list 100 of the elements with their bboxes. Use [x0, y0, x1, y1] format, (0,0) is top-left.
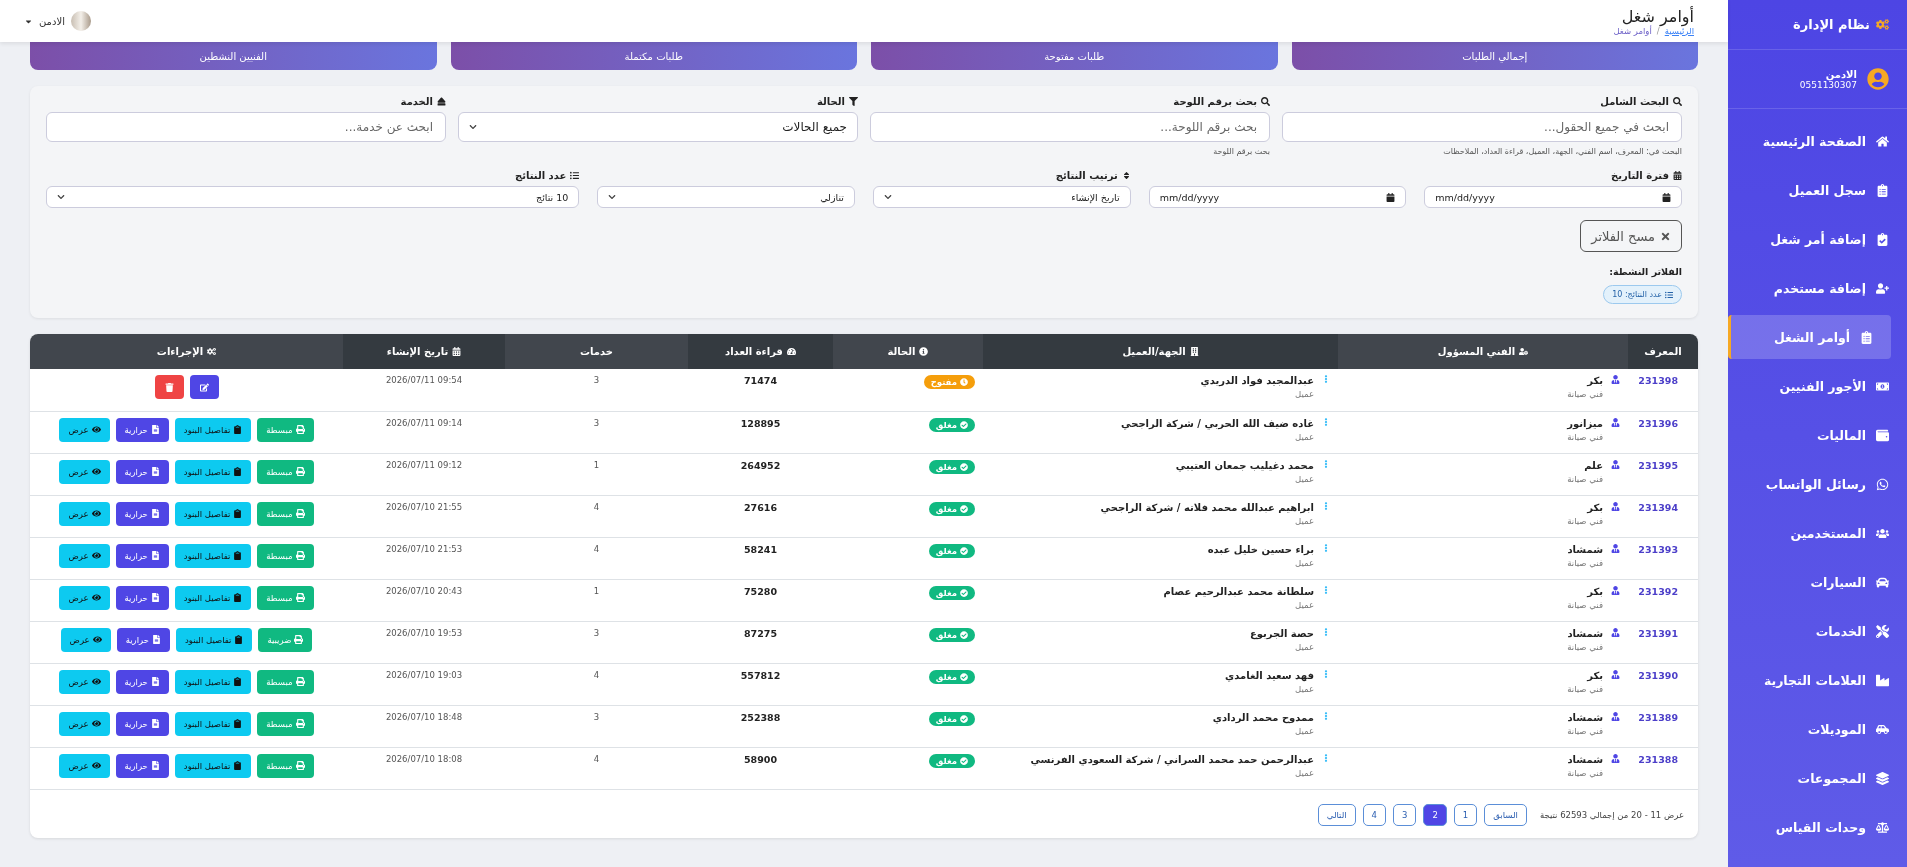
items-button[interactable]: تفاصيل البنود: [174, 543, 252, 568]
order-id-link[interactable]: 231395: [1638, 459, 1690, 471]
items-button[interactable]: تفاصيل البنود: [174, 459, 252, 484]
services-count: 4: [593, 501, 600, 512]
order-id-link[interactable]: 231391: [1638, 627, 1690, 639]
thermal-button[interactable]: حرارية: [115, 585, 169, 610]
thermal-button[interactable]: حرارية: [115, 501, 169, 526]
view-button[interactable]: عرض: [59, 753, 110, 778]
sidebar-item[interactable]: العلامات التجارية: [1728, 658, 1907, 702]
text-field[interactable]: ابحث عن خدمة...: [46, 112, 446, 142]
select-field[interactable]: 10 نتائج: [46, 186, 580, 208]
order-id-link[interactable]: 231389: [1638, 711, 1690, 723]
eye-icon: [91, 761, 101, 770]
page-button[interactable]: 3: [1393, 803, 1417, 826]
sidebar-item[interactable]: وحدات القياس: [1728, 805, 1907, 849]
sidebar-item[interactable]: المجموعات: [1728, 756, 1907, 800]
items-button[interactable]: تفاصيل البنود: [174, 711, 252, 736]
view-button[interactable]: عرض: [60, 627, 111, 652]
order-id-link[interactable]: 231398: [1638, 375, 1690, 386]
created-date: 09:14 2026/07/11: [385, 417, 463, 428]
sidebar-item[interactable]: رسائل الواتساب: [1728, 462, 1907, 506]
items-button[interactable]: تفاصيل البنود: [174, 669, 252, 694]
view-button[interactable]: عرض: [59, 669, 110, 694]
status-badge: مغلق: [928, 543, 975, 558]
sidebar-item[interactable]: الأجور الفنيين: [1728, 364, 1907, 408]
select-field[interactable]: تنازلي: [597, 186, 855, 208]
page-button[interactable]: التالي: [1317, 803, 1356, 826]
clipboard-icon: [234, 635, 244, 644]
client-name: فهد سعيد الغامدي: [1225, 669, 1314, 681]
user-avatar[interactable]: [70, 11, 91, 31]
view-button[interactable]: عرض: [59, 417, 110, 442]
page-button[interactable]: 2: [1423, 803, 1447, 826]
clipboard-icon: [233, 593, 243, 602]
client-role: عميل: [1294, 431, 1314, 442]
view-button[interactable]: عرض: [59, 711, 110, 736]
thermal-button[interactable]: حرارية: [115, 543, 169, 568]
user-name[interactable]: الادمن: [39, 15, 65, 27]
order-id-link[interactable]: 231393: [1638, 543, 1690, 555]
view-button[interactable]: عرض: [59, 459, 110, 484]
edit-button[interactable]: [189, 375, 219, 399]
select-field[interactable]: جميع الحالات: [458, 112, 858, 142]
delete-button[interactable]: [154, 375, 184, 399]
order-id-link[interactable]: 231394: [1638, 501, 1690, 513]
sidebar-item[interactable]: الخدمات: [1728, 609, 1907, 653]
sidebar-user-phone: 0551130307: [1799, 79, 1857, 90]
column-header: الفني المسؤول: [1338, 334, 1628, 369]
sidebar-item[interactable]: المستخدمين: [1728, 511, 1907, 555]
thermal-button[interactable]: حرارية: [115, 669, 169, 694]
services-count: 4: [593, 753, 600, 764]
services-count: 3: [593, 627, 600, 638]
user-icon: [1611, 417, 1620, 427]
date-field[interactable]: mm/dd/yyyy: [1424, 186, 1682, 208]
thermal-button[interactable]: حرارية: [115, 711, 169, 736]
page-title: أوامر شغل: [1620, 6, 1694, 26]
items-button[interactable]: تفاصيل البنود: [174, 417, 252, 442]
items-button[interactable]: تفاصيل البنود: [174, 585, 252, 610]
page-button[interactable]: السابق: [1484, 803, 1527, 826]
page-button[interactable]: 1: [1453, 803, 1478, 826]
filter-chip[interactable]: عدد النتائج: 10: [1603, 285, 1682, 304]
select-field[interactable]: تاريخ الإنشاء: [873, 186, 1131, 208]
view-button[interactable]: عرض: [59, 585, 110, 610]
view-button[interactable]: عرض: [59, 543, 110, 568]
services-count: 3: [593, 375, 600, 385]
sidebar-item[interactable]: الموديلات: [1728, 707, 1907, 751]
text-field[interactable]: ابحث في جميع الحقول...: [1282, 112, 1682, 142]
thermal-button[interactable]: حرارية: [115, 459, 169, 484]
sidebar-item[interactable]: السيارات: [1728, 560, 1907, 604]
printer-icon: [295, 425, 305, 434]
client-name: ممدوح محمد الردادي: [1212, 711, 1314, 723]
column-header: الإجراءات: [30, 334, 343, 369]
created-date: 19:03 2026/07/10: [385, 669, 463, 680]
order-id-link[interactable]: 231396: [1638, 417, 1690, 429]
dots-icon: [1322, 711, 1330, 720]
thermal-button[interactable]: حرارية: [116, 627, 170, 652]
order-id-link[interactable]: 231390: [1638, 669, 1690, 681]
sidebar-item[interactable]: إضافة مستخدم: [1728, 266, 1907, 310]
sidebar-item[interactable]: أوامر الشغل: [1728, 315, 1891, 359]
thermal-button[interactable]: حرارية: [115, 417, 169, 442]
order-id-link[interactable]: 231392: [1638, 585, 1690, 597]
user-icon: [1611, 585, 1620, 595]
thermal-button[interactable]: حرارية: [115, 753, 169, 778]
printer-icon: [294, 635, 304, 644]
status-badge: مفتوح: [923, 375, 975, 389]
sidebar-item[interactable]: الصفحة الرئيسية: [1728, 119, 1907, 163]
sidebar-item[interactable]: سجل العميل: [1728, 168, 1907, 212]
page-button[interactable]: 4: [1362, 803, 1386, 826]
items-button[interactable]: تفاصيل البنود: [174, 753, 252, 778]
breadcrumb-link[interactable]: الرئيسية: [1664, 25, 1694, 36]
items-button[interactable]: تفاصيل البنود: [174, 501, 252, 526]
technician-role: فني صيانة: [1567, 599, 1603, 610]
breadcrumb-current: أوامر شغل: [1613, 25, 1652, 36]
date-field[interactable]: mm/dd/yyyy: [1148, 186, 1407, 208]
text-field[interactable]: بحث برقم اللوحة...: [870, 112, 1270, 142]
sidebar-item[interactable]: إضافة أمر شغل: [1728, 217, 1907, 261]
view-button[interactable]: عرض: [59, 501, 110, 526]
field-hint: بحث برقم اللوحة: [1212, 147, 1270, 156]
order-id-link[interactable]: 231388: [1638, 753, 1690, 765]
items-button[interactable]: تفاصيل البنود: [176, 627, 253, 652]
sidebar-item[interactable]: الماليات: [1728, 413, 1907, 457]
clear-filters-button[interactable]: مسح الفلاتر: [1580, 220, 1682, 252]
